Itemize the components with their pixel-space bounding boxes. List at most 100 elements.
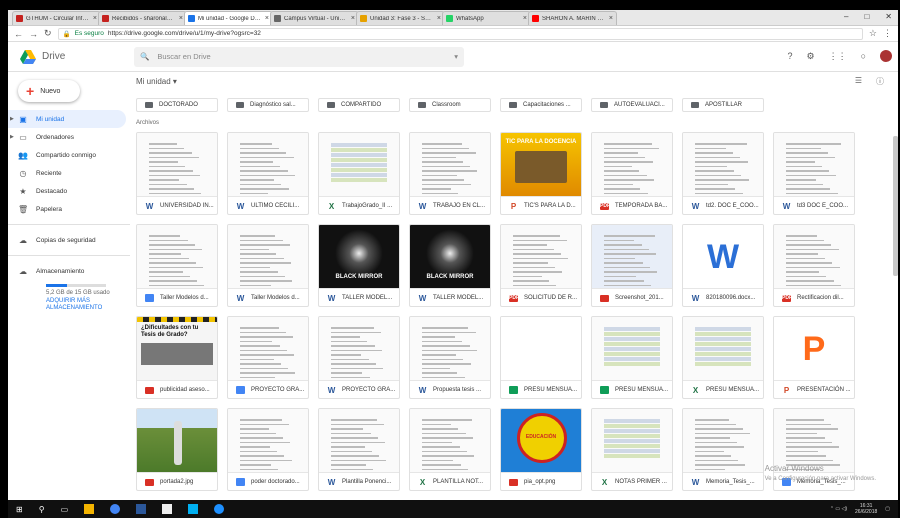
info-icon[interactable]: ⓘ [876, 76, 884, 87]
task-view-icon[interactable]: ▭ [61, 505, 69, 514]
file-card[interactable]: BLACK MIRROR W TALLER MODEL... [318, 224, 400, 307]
search-options-icon[interactable]: ▾ [454, 52, 458, 61]
sidebar-item-storage[interactable]: ☁ Almacenamiento [8, 262, 130, 280]
file-card[interactable]: PDF Rectificacion dil... [773, 224, 855, 307]
sidebar-item-compartido-conmigo[interactable]: 👥 Compartido conmigo [8, 146, 130, 164]
search-input[interactable]: 🔍 Buscar en Drive ▾ [134, 46, 464, 67]
browser-tab[interactable]: WhatsApp × [442, 11, 531, 25]
word-icon[interactable] [136, 504, 147, 514]
file-card[interactable]: BLACK MIRROR W TALLER MODEL... [409, 224, 491, 307]
expand-arrow-icon[interactable]: ▶ [10, 116, 14, 122]
sidebar-item-ordenadores[interactable]: ▶ ▭ Ordenadores [8, 128, 130, 146]
network-icon[interactable]: ⌃ ▭ ◁) [830, 506, 847, 512]
file-card[interactable]: Wtd2. DOC E_COO... [682, 132, 764, 215]
browser-tab[interactable]: GTHUM - Circular Informativa× [12, 11, 101, 25]
apps-grid-icon[interactable]: ⋮⋮ [829, 51, 847, 62]
file-card[interactable]: W UNIVERSIDAD IN... [136, 132, 218, 215]
file-card[interactable]: W Memoria_Tesis_... [682, 408, 764, 491]
sidebar-item-backups[interactable]: ☁ Copias de seguridad [8, 231, 130, 249]
reload-icon[interactable]: ↻ [44, 28, 52, 39]
file-card[interactable]: Wtd3 DOC E_COO... [773, 132, 855, 215]
notification-icon[interactable]: ▢ [885, 506, 890, 512]
expand-arrow-icon[interactable]: ▶ [10, 134, 14, 140]
buy-storage-link[interactable]: ADQUIRIR MÁS ALMACENAMIENTO [8, 298, 118, 312]
file-card[interactable]: X PLANTILLA NOT... [409, 408, 491, 491]
sidebar-item-papelera[interactable]: 🗑 Papelera [8, 200, 130, 218]
sidebar-item-reciente[interactable]: ◷ Reciente [8, 164, 130, 182]
folder-item[interactable]: Diagnóstico sal... [227, 98, 309, 112]
maximize-button[interactable]: □ [864, 12, 869, 21]
tab-close-icon[interactable]: × [179, 15, 183, 22]
breadcrumb-my-drive[interactable]: Mi unidad ▾ [136, 77, 177, 86]
file-card[interactable]: PDF TEMPORADA BA... [591, 132, 673, 215]
file-card[interactable]: W Propuesta tesis ... [409, 316, 491, 399]
file-card[interactable]: TIC PARA LA DOCENCIA P TIC'S PARA LA D... [500, 132, 582, 215]
browser-tab[interactable]: SHARON A. MARIN R. - YouTube× [528, 11, 617, 25]
file-card[interactable]: Taller Modelos d... [136, 224, 218, 307]
file-card[interactable]: W TRABAJO EN CL... [409, 132, 491, 215]
folder-item[interactable]: COMPARTIDO [318, 98, 400, 112]
file-card[interactable]: X TrabajoGrado_II ... [318, 132, 400, 215]
folder-item[interactable]: AUTOEVALUACI... [591, 98, 673, 112]
avatar[interactable] [880, 50, 892, 62]
minimize-button[interactable]: – [844, 12, 848, 21]
file-card[interactable]: EDUCACIÓN pia_opt.png [500, 408, 582, 491]
file-card[interactable]: X PRESU MENSUA... [682, 316, 764, 399]
file-card[interactable]: X NOTAS PRIMER ... [591, 408, 673, 491]
url-field[interactable]: 🔒 Es seguro https://drive.google.com/dri… [57, 27, 863, 40]
tab-close-icon[interactable]: × [93, 15, 97, 22]
file-card[interactable]: ¿Dificultades con tu Tesis de Grado? publ… [136, 316, 218, 399]
notifications-icon[interactable]: ○ [861, 51, 866, 61]
search-icon[interactable]: ⚲ [39, 505, 45, 514]
tab-close-icon[interactable]: × [523, 15, 527, 22]
file-thumbnail [501, 317, 581, 381]
clock[interactable]: 16:31 26/6/2018 [855, 503, 877, 515]
help-icon[interactable]: ? [787, 51, 792, 61]
folder-item[interactable]: DOCTORADO [136, 98, 218, 112]
file-card[interactable]: PROYECTO GRA... [227, 316, 309, 399]
file-card[interactable]: PRESU MENSUA... [500, 316, 582, 399]
thumbnail-lines [240, 419, 296, 472]
file-card[interactable]: Screenshot_201... [591, 224, 673, 307]
scrollbar[interactable] [893, 136, 898, 276]
settings-gear-icon[interactable]: ⚙ [806, 51, 814, 62]
browser-tab[interactable]: Unidad 3: Fase 3 - Seleccion× [356, 11, 445, 25]
calculator-icon[interactable] [162, 504, 173, 514]
folder-item[interactable]: APOSTILLAR [682, 98, 764, 112]
file-card[interactable]: PDF SOLICITUD DE R... [500, 224, 582, 307]
list-view-icon[interactable]: ☰ [855, 76, 862, 87]
bookmark-star-icon[interactable]: ☆ [869, 28, 877, 39]
file-card[interactable]: poder doctorado... [227, 408, 309, 491]
folder-item[interactable]: Capacitaciones ... [500, 98, 582, 112]
file-card[interactable]: W W 820180096.docx... [682, 224, 764, 307]
file-card[interactable]: W Taller Modelos d... [227, 224, 309, 307]
firefox-icon[interactable] [214, 504, 225, 514]
new-button[interactable]: + Nuevo [18, 80, 80, 102]
tab-close-icon[interactable]: × [437, 15, 441, 22]
browser-menu-icon[interactable]: ⋮ [883, 28, 892, 39]
file-card[interactable]: W Plantilla Ponenci... [318, 408, 400, 491]
forward-icon[interactable]: → [29, 29, 38, 39]
drive-logo[interactable]: Drive [8, 49, 128, 64]
windows-start-icon[interactable]: ⊞ [16, 505, 23, 514]
thumbnail-lines [422, 327, 478, 380]
tab-close-icon[interactable]: × [609, 15, 613, 22]
sidebar-item-mi-unidad[interactable]: ▶ ▣ Mi unidad [8, 110, 126, 128]
file-explorer-icon[interactable] [84, 504, 95, 514]
chrome-icon[interactable] [110, 504, 121, 514]
browser-tab[interactable]: Mi unidad - Google Drive × [184, 11, 273, 25]
tab-close-icon[interactable]: × [351, 15, 355, 22]
file-card[interactable]: W ULTIMO CECILI... [227, 132, 309, 215]
back-icon[interactable]: ← [14, 29, 23, 39]
file-card[interactable]: W PROYECTO GRA... [318, 316, 400, 399]
file-card[interactable]: P P PRESENTACIÓN ... [773, 316, 855, 399]
folder-item[interactable]: Classroom [409, 98, 491, 112]
browser-tab[interactable]: Recibidos - sharonalejand × [98, 11, 187, 25]
skype-icon[interactable] [188, 504, 199, 514]
tab-close-icon[interactable]: × [265, 15, 269, 22]
browser-tab[interactable]: Campus Virtual - Univers × [270, 11, 359, 25]
file-card[interactable]: PRESU MENSUA... [591, 316, 673, 399]
sidebar-item-destacado[interactable]: ★ Destacado [8, 182, 130, 200]
file-card[interactable]: portada2.jpg [136, 408, 218, 491]
close-button[interactable]: ✕ [885, 12, 892, 21]
